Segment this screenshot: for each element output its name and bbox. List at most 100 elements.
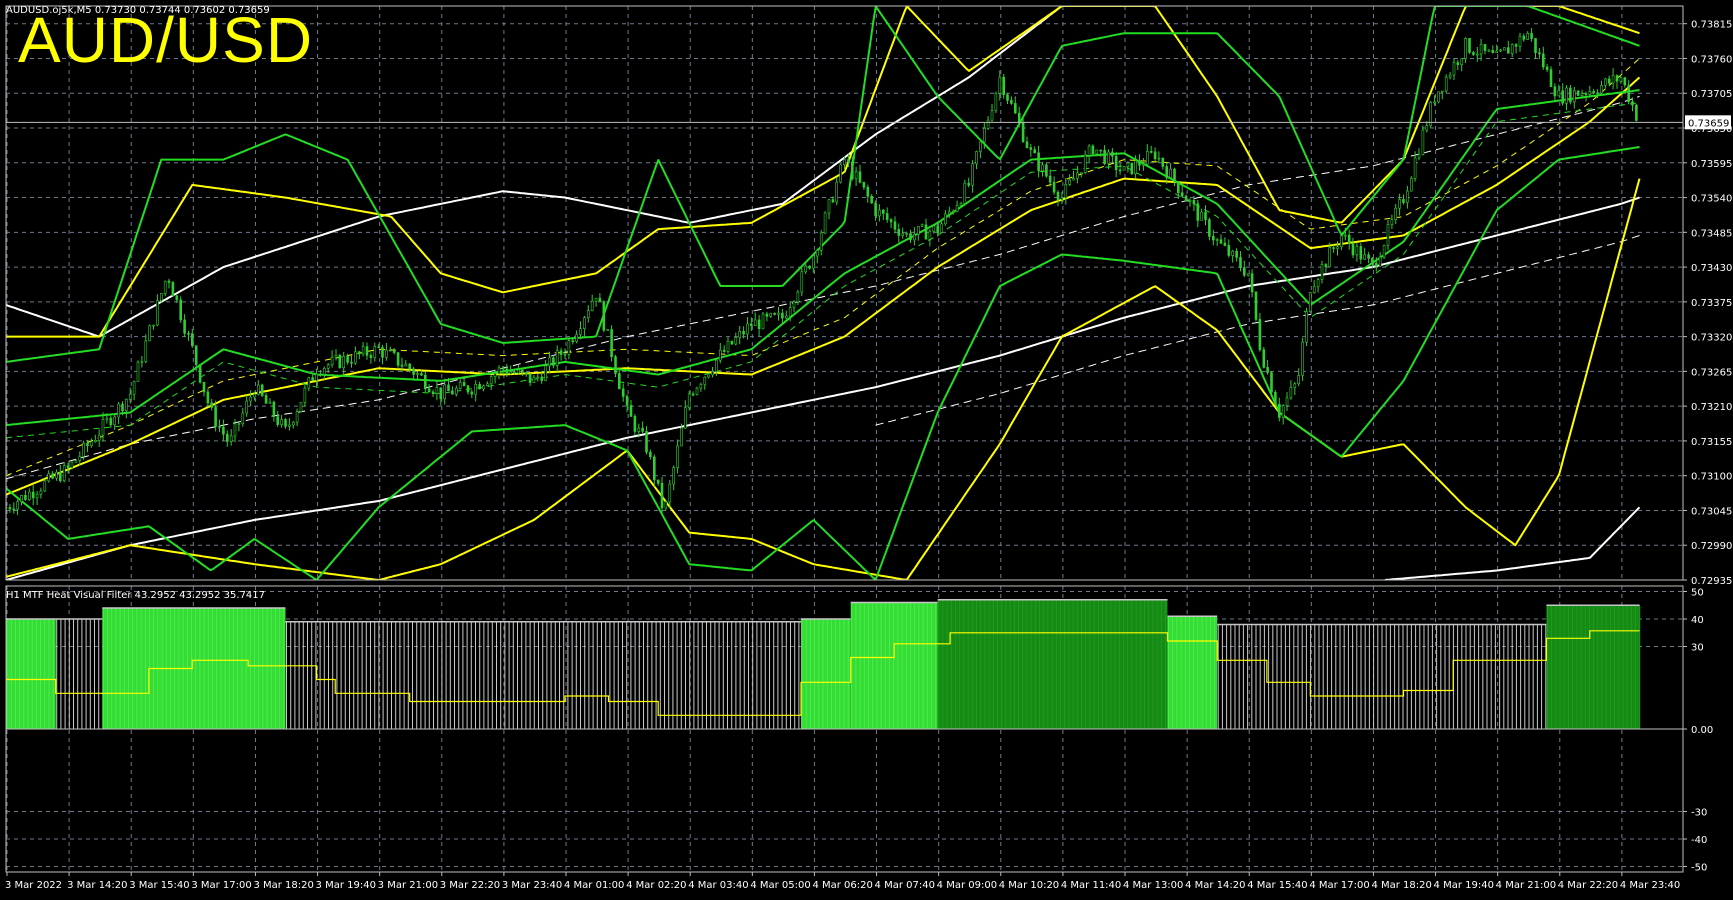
candle-body	[233, 423, 237, 437]
candle-body	[1212, 236, 1215, 241]
candle-body	[1052, 181, 1056, 193]
candle-body	[132, 381, 136, 395]
candle-body	[20, 494, 23, 502]
candle-body	[1266, 367, 1269, 373]
candle-body	[1456, 62, 1460, 65]
candle-body	[1149, 151, 1153, 153]
symbol-header: AUDUSD.oj5k,M5 0.73730 0.73744 0.73602 0…	[6, 5, 270, 16]
candle-body	[579, 328, 582, 335]
candle-body	[1518, 35, 1522, 47]
candle-body	[55, 471, 58, 479]
candle-body	[1421, 129, 1425, 155]
candle-body	[936, 225, 940, 233]
candle-body	[237, 423, 241, 426]
candle-body	[862, 181, 866, 188]
candle-body	[944, 213, 947, 225]
candle-body	[1433, 101, 1436, 104]
candle-body	[354, 351, 357, 364]
heat-bar-light	[6, 619, 56, 729]
x-tick-label: 4 Mar 19:40	[1434, 880, 1494, 891]
candle-body	[625, 396, 629, 406]
candle-body	[307, 377, 311, 389]
candle-body	[121, 403, 124, 412]
candle-body	[854, 171, 858, 179]
candle-body	[86, 442, 89, 447]
candle-body	[1573, 90, 1576, 103]
candle-body	[299, 402, 303, 412]
candle-body	[291, 421, 295, 426]
candle-body	[35, 493, 39, 499]
candle-body	[179, 299, 182, 321]
candle-body	[1406, 190, 1409, 203]
candle-body	[1293, 383, 1297, 388]
candle-body	[1413, 157, 1417, 179]
candle-body	[381, 347, 384, 358]
candle-body	[1351, 243, 1355, 256]
x-tick-label: 3 Mar 2022	[5, 880, 62, 891]
candle-body	[1045, 164, 1048, 177]
candle-body	[1495, 50, 1498, 53]
candle-body	[1460, 58, 1463, 65]
candle-body	[1002, 76, 1006, 95]
y-tick-label: 0.73155	[1691, 437, 1732, 448]
candle-body	[1479, 44, 1483, 55]
candle-body	[400, 364, 404, 367]
candle-body	[1464, 38, 1467, 60]
candle-body	[1576, 90, 1580, 96]
candle-body	[1476, 53, 1479, 56]
candle-body	[1262, 349, 1266, 368]
price-plot[interactable]	[5, 0, 1641, 580]
candle-body	[8, 507, 12, 510]
candle-body	[548, 357, 551, 367]
x-tick-label: 4 Mar 07:40	[875, 880, 935, 891]
sub-y-tick-label: 0.00	[1691, 725, 1713, 736]
candle-body	[214, 407, 217, 427]
candle-body	[683, 407, 687, 429]
candle-body	[649, 451, 652, 458]
candle-body	[128, 393, 132, 400]
candle-body	[51, 473, 54, 479]
candle-body	[1080, 172, 1083, 174]
candle-body	[12, 508, 16, 511]
candle-body	[202, 381, 206, 393]
candle-body	[757, 319, 761, 329]
heat-bar-light	[801, 619, 851, 729]
candle-body	[272, 401, 276, 417]
yellow-band-middle	[6, 76, 1641, 496]
candle-body	[827, 199, 831, 214]
candle-body	[210, 402, 213, 408]
candle-body	[245, 400, 248, 414]
candle-body	[1107, 151, 1110, 164]
candle-body	[715, 359, 718, 372]
candle-body	[1006, 94, 1009, 101]
y-tick-label: 0.73375	[1691, 298, 1732, 309]
x-tick-label: 3 Mar 14:20	[67, 880, 127, 891]
candle-body	[113, 416, 116, 426]
candle-body	[1417, 154, 1421, 159]
candle-body	[43, 480, 47, 492]
candle-body	[1243, 267, 1246, 276]
candle-body	[769, 313, 773, 317]
candle-body	[536, 376, 540, 379]
candle-body	[602, 301, 606, 331]
candle-body	[1569, 87, 1572, 103]
candle-body	[1223, 242, 1227, 246]
x-tick-label: 4 Mar 03:40	[688, 880, 748, 891]
candle-body	[843, 159, 846, 166]
candle-body	[792, 301, 796, 308]
candle-body	[1382, 245, 1386, 258]
candle-body	[1091, 145, 1095, 155]
candle-body	[781, 312, 784, 319]
candle-body	[276, 416, 280, 425]
candle-body	[148, 325, 151, 342]
candle-body	[889, 219, 893, 223]
candle-body	[746, 323, 749, 335]
y-tick-label: 0.73265	[1691, 367, 1732, 378]
candle-body	[835, 181, 839, 203]
candle-body	[1215, 239, 1219, 241]
candle-body	[897, 229, 901, 236]
candle-body	[1627, 84, 1630, 102]
candle-body	[295, 411, 299, 423]
y-tick-label: 0.73320	[1691, 333, 1732, 344]
candle-body	[1095, 149, 1099, 155]
